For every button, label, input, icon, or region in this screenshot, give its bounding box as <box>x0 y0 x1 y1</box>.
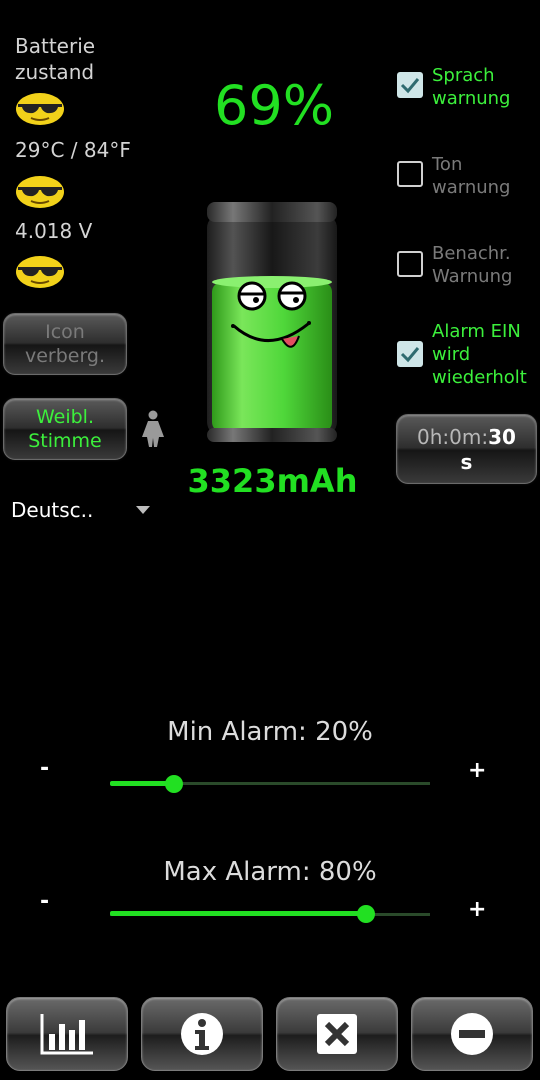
temperature-label: 29°C / 84°F <box>15 138 131 162</box>
max-alarm-thumb[interactable] <box>357 905 375 923</box>
checkbox-checked-icon <box>397 72 423 98</box>
timer-button[interactable]: 0h:0m:30 s <box>396 414 537 484</box>
alarm-repeat-label: Alarm EIN wird wiederholt <box>432 321 527 388</box>
battery-face-icon <box>207 202 337 442</box>
min-alarm-thumb[interactable] <box>165 775 183 793</box>
battery-percent: 69% <box>213 74 335 137</box>
voice-warning-checkbox[interactable]: Sprach warnung <box>396 64 536 116</box>
notification-warning-label: Benachr. Warnung <box>432 243 513 287</box>
language-dropdown[interactable]: Deutsc.. <box>11 498 171 526</box>
capacity-label: 3323mAh <box>187 462 358 500</box>
min-alarm-decrease-button[interactable]: - <box>40 756 49 781</box>
max-alarm-title: Max Alarm: 80% <box>163 857 377 887</box>
minus-circle-icon <box>451 1013 493 1055</box>
sunglasses-emoji-icon <box>16 256 64 288</box>
max-alarm-decrease-button[interactable]: - <box>40 889 49 914</box>
sound-warning-checkbox[interactable]: Ton warnung <box>396 153 536 205</box>
checkbox-checked-icon <box>397 341 423 367</box>
timer-value: 30 <box>488 424 516 449</box>
min-alarm-title: Min Alarm: 20% <box>167 717 373 747</box>
close-icon <box>317 1014 357 1054</box>
checkbox-unchecked-icon <box>397 161 423 187</box>
battery-state-label: Batterie zustand <box>15 34 96 84</box>
hide-icon-button-label: Icon verberg. <box>24 321 106 367</box>
info-icon <box>181 1013 223 1055</box>
sunglasses-emoji-icon <box>16 176 64 208</box>
sound-warning-label: Ton warnung <box>432 154 511 198</box>
voice-button[interactable]: Weibl. Stimme <box>3 398 127 460</box>
notification-warning-checkbox[interactable]: Benachr. Warnung <box>396 242 536 294</box>
info-button[interactable] <box>141 997 263 1071</box>
language-value: Deutsc.. <box>11 498 94 522</box>
max-alarm-fill <box>110 911 366 916</box>
female-icon <box>142 410 164 447</box>
checkbox-unchecked-icon <box>397 251 423 277</box>
statistics-button[interactable] <box>6 997 128 1071</box>
voice-button-label: Weibl. Stimme <box>28 406 102 452</box>
voice-warning-label: Sprach warnung <box>432 65 511 109</box>
close-button[interactable] <box>276 997 398 1071</box>
timer-prefix: 0h:0m: <box>417 424 489 449</box>
max-alarm-increase-button[interactable]: + <box>468 897 486 922</box>
alarm-repeat-checkbox[interactable]: Alarm EIN wird wiederholt <box>396 320 536 392</box>
sunglasses-emoji-icon <box>16 93 64 125</box>
timer-unit: s <box>460 449 473 474</box>
minimize-button[interactable] <box>411 997 533 1071</box>
hide-icon-button[interactable]: Icon verberg. <box>3 313 127 375</box>
chart-icon <box>40 1014 93 1055</box>
chevron-down-icon <box>136 506 150 514</box>
min-alarm-increase-button[interactable]: + <box>468 758 486 783</box>
voltage-label: 4.018 V <box>15 219 93 243</box>
